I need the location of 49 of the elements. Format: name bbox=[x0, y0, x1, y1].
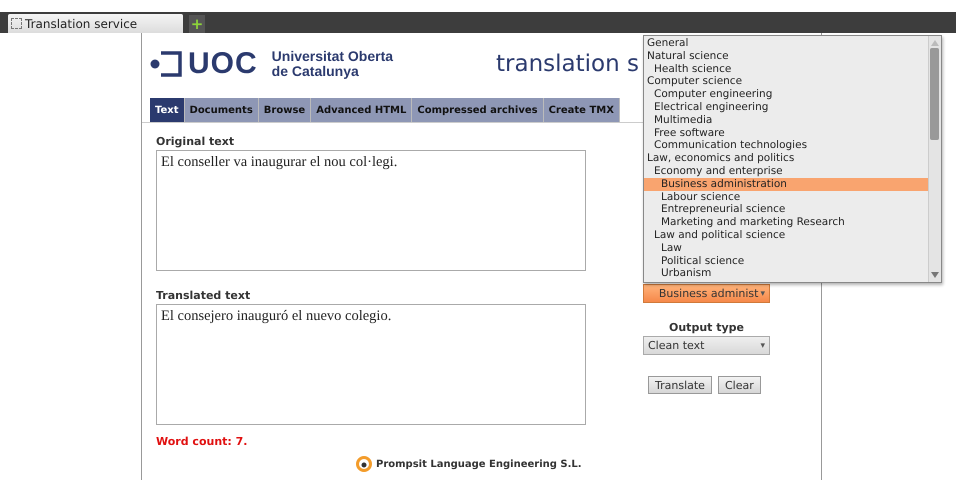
dropdown-option[interactable]: Multimedia bbox=[644, 114, 928, 127]
new-tab-button[interactable]: + bbox=[189, 15, 205, 33]
dropdown-option[interactable]: Economy and enterprise bbox=[644, 164, 928, 178]
dropdown-option[interactable]: General bbox=[644, 37, 928, 50]
dropdown-option[interactable]: Political science bbox=[644, 254, 928, 268]
logo-icon bbox=[150, 51, 182, 77]
dropdown-option[interactable]: Law, economics and politics bbox=[644, 152, 928, 165]
logo-wordmark: UOC bbox=[188, 47, 258, 81]
output-type-label: Output type bbox=[668, 321, 745, 334]
domain-select[interactable]: Business administ ▾ bbox=[643, 284, 770, 303]
dropdown-option[interactable]: Labour science bbox=[644, 190, 928, 204]
scroll-thumb[interactable] bbox=[930, 48, 939, 140]
logo-text: Universitat Oberta bbox=[272, 49, 394, 64]
scroll-down-icon bbox=[931, 272, 939, 278]
dropdown-option[interactable]: Free software bbox=[644, 126, 928, 140]
tab[interactable]: Browse bbox=[258, 98, 312, 122]
logo-text: de Catalunya bbox=[272, 64, 360, 79]
dropdown-option[interactable]: Law bbox=[644, 242, 928, 255]
original-text-field[interactable]: El conseller va inaugurar el nou col·legi. bbox=[156, 150, 586, 271]
dropdown-option[interactable]: Urbanism bbox=[644, 267, 928, 280]
dropdown-option[interactable]: Natural science bbox=[644, 50, 928, 63]
dropdown-option[interactable]: Computer engineering bbox=[644, 88, 928, 101]
tab[interactable]: Advanced HTML bbox=[311, 98, 412, 122]
dropdown-option[interactable]: Computer science bbox=[644, 75, 928, 88]
page-title: translation s bbox=[496, 51, 639, 77]
ring-logo-icon bbox=[356, 456, 372, 472]
word-count: Word count: 7. bbox=[156, 435, 248, 448]
action-button[interactable]: Clear bbox=[718, 376, 761, 394]
page-icon bbox=[11, 18, 22, 29]
tab[interactable]: Compressed archives bbox=[412, 98, 544, 122]
action-button[interactable]: Translate bbox=[648, 376, 712, 394]
dropdown-option[interactable]: Communication technologies bbox=[644, 139, 928, 152]
tab[interactable]: Documents bbox=[184, 98, 259, 122]
tab[interactable]: Text bbox=[150, 98, 185, 122]
output-type-select[interactable]: Clean text ▾ bbox=[643, 336, 770, 355]
browser-tab[interactable]: Translation service bbox=[8, 14, 183, 33]
dropdown-option[interactable]: Entrepreneurial science bbox=[644, 203, 928, 216]
dropdown-option[interactable]: Law and political science bbox=[644, 228, 928, 242]
dropdown-option[interactable]: Health science bbox=[644, 62, 928, 76]
dropdown-option[interactable]: Business administration bbox=[644, 178, 928, 191]
dropdown-option[interactable]: Electrical engineering bbox=[644, 100, 928, 114]
scroll-up-icon bbox=[931, 40, 939, 46]
field-label: Original text bbox=[156, 135, 236, 148]
dropdown-option[interactable]: Marketing and marketing Research bbox=[644, 216, 928, 229]
footer-text: Prompsit Language Engineering S.L. bbox=[376, 458, 582, 470]
field-label: Translated text bbox=[156, 289, 252, 302]
tab[interactable]: Create TMX bbox=[544, 98, 620, 122]
scrollbar[interactable] bbox=[928, 36, 941, 282]
translated-text-field[interactable]: El consejero inauguró el nuevo colegio. bbox=[156, 304, 586, 425]
